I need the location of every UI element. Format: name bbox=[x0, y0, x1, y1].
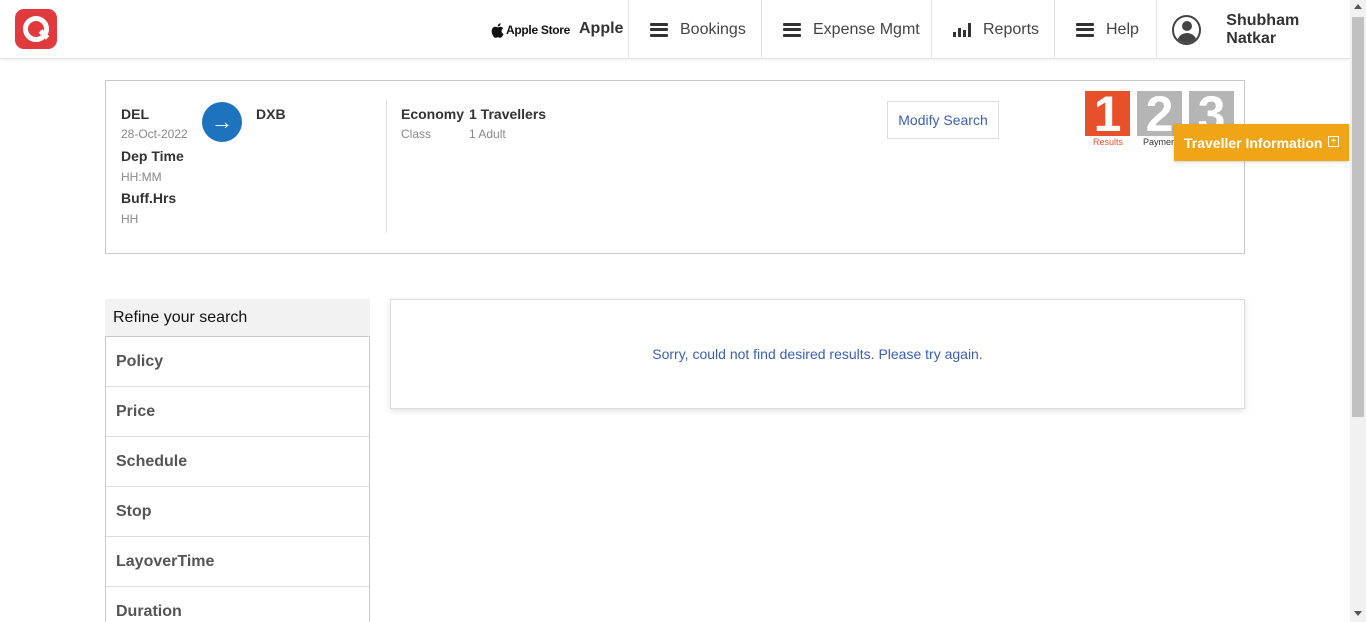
traveller-information-label: Traveller Information bbox=[1184, 134, 1323, 151]
menu-icon bbox=[1076, 22, 1094, 37]
no-results-message: Sorry, could not find desired results. P… bbox=[652, 346, 983, 362]
nav-reports[interactable]: Reports bbox=[931, 0, 1055, 59]
dep-time-label: Dep Time bbox=[121, 148, 184, 164]
menu-icon bbox=[783, 22, 801, 37]
filter-duration[interactable]: Duration bbox=[106, 586, 369, 622]
filter-stop[interactable]: Stop bbox=[106, 486, 369, 536]
bar-chart-icon bbox=[953, 22, 971, 37]
buff-hrs-value: HH bbox=[121, 212, 139, 226]
refine-title: Refine your search bbox=[105, 299, 370, 336]
nav-help[interactable]: Help bbox=[1054, 0, 1157, 59]
app-logo[interactable] bbox=[15, 9, 57, 49]
brand-store-logo: Apple Store bbox=[491, 20, 570, 40]
user-name: Shubham Natkar bbox=[1226, 11, 1300, 47]
filter-schedule[interactable]: Schedule bbox=[106, 436, 369, 486]
step-1-badge: 1 bbox=[1085, 91, 1130, 136]
refine-filter-list: Policy Price Schedule Stop LayoverTime D… bbox=[105, 336, 370, 622]
class-label: Class bbox=[401, 127, 432, 141]
top-header: Apple Store Apple Bookings Expense Mgmt … bbox=[0, 0, 1350, 59]
travellers-value: 1 Travellers bbox=[469, 106, 547, 122]
filter-policy[interactable]: Policy bbox=[106, 336, 369, 386]
divider bbox=[386, 101, 387, 233]
scroll-up-icon[interactable] bbox=[1354, 4, 1362, 9]
nav-help-label: Help bbox=[1106, 20, 1139, 38]
class-value: Economy bbox=[401, 106, 465, 122]
nav-expense-mgmt[interactable]: Expense Mgmt bbox=[761, 0, 932, 59]
dep-time-value: HH:MM bbox=[121, 170, 162, 184]
buff-hrs-label: Buff.Hrs bbox=[121, 190, 177, 206]
plus-square-icon: + bbox=[1328, 136, 1339, 147]
traveller-information-tab[interactable]: Traveller Information + bbox=[1174, 124, 1349, 161]
brand-name: Apple bbox=[579, 20, 624, 37]
origin-code: DEL bbox=[121, 106, 149, 122]
travellers-label: 1 Adult bbox=[469, 127, 506, 141]
arrow-right-icon: → bbox=[202, 102, 242, 142]
filter-price[interactable]: Price bbox=[106, 386, 369, 436]
scroll-down-icon[interactable] bbox=[1354, 611, 1362, 616]
results-panel: Sorry, could not find desired results. P… bbox=[390, 299, 1245, 409]
step-1-label: Results bbox=[1093, 137, 1124, 147]
nav-expense-label: Expense Mgmt bbox=[813, 20, 920, 38]
apple-icon bbox=[491, 22, 504, 38]
avatar-icon bbox=[1172, 14, 1202, 45]
travel-date: 28-Oct-2022 bbox=[121, 127, 188, 141]
step-2-label: Paymen bbox=[1143, 137, 1177, 147]
scroll-thumb[interactable] bbox=[1352, 17, 1364, 417]
nav-bookings-label: Bookings bbox=[680, 20, 746, 38]
destination-code: DXB bbox=[256, 106, 286, 122]
search-summary: DEL 28-Oct-2022 Dep Time HH:MM Buff.Hrs … bbox=[105, 80, 1245, 254]
nav-bookings[interactable]: Bookings bbox=[628, 0, 762, 59]
brand-store-label: Apple Store bbox=[506, 23, 571, 37]
page-scrollbar[interactable] bbox=[1350, 0, 1366, 622]
user-menu[interactable]: Shubham Natkar bbox=[1156, 0, 1350, 59]
filter-layover-time[interactable]: LayoverTime bbox=[106, 536, 369, 586]
menu-icon bbox=[650, 22, 668, 37]
nav-reports-label: Reports bbox=[983, 20, 1040, 38]
modify-search-button[interactable]: Modify Search bbox=[887, 101, 999, 139]
